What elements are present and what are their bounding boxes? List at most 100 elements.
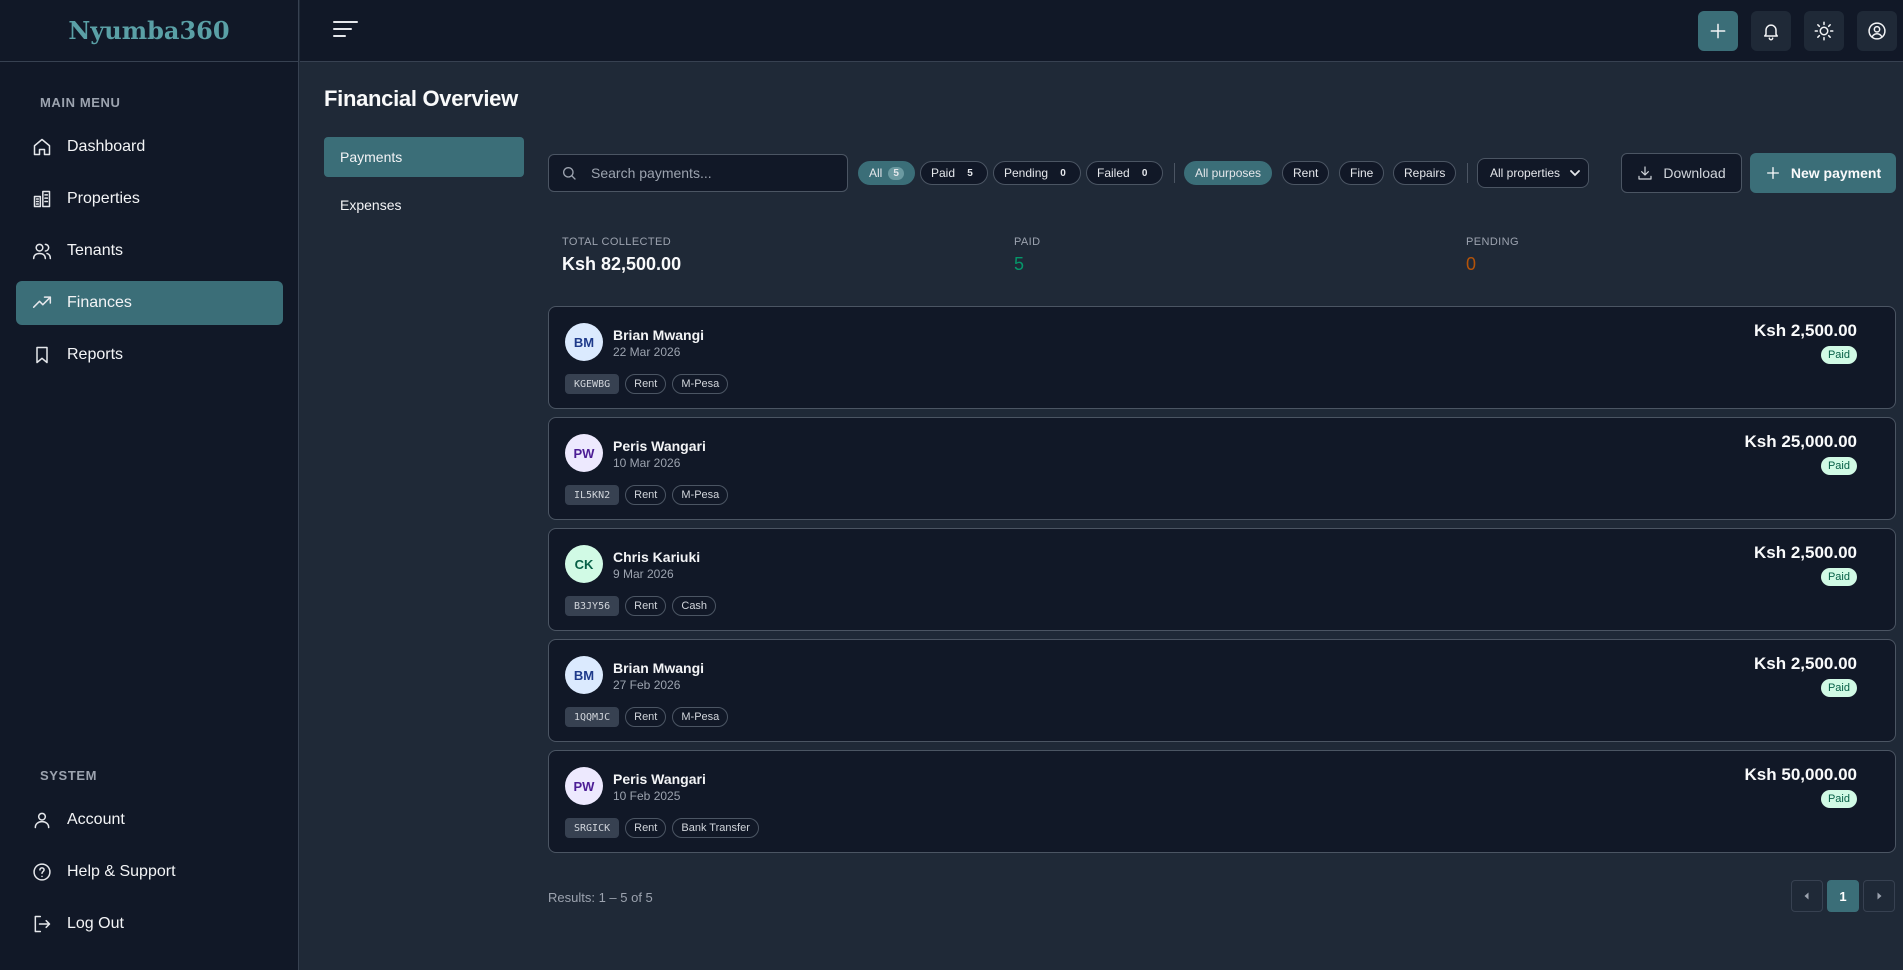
sidebar-item-label: Properties: [67, 190, 140, 207]
avatar: PW: [565, 767, 603, 805]
sidebar-item-finances[interactable]: Finances: [16, 281, 283, 325]
avatar: CK: [565, 545, 603, 583]
user-icon: [32, 810, 52, 830]
payer-name: Chris Kariuki: [613, 549, 701, 565]
bookmark-icon: [32, 345, 52, 365]
download-button[interactable]: Download: [1621, 153, 1742, 193]
sidebar-item-properties[interactable]: Properties: [16, 177, 283, 221]
status-badge: Paid: [1820, 346, 1857, 364]
reference-code: IL5KN2: [565, 485, 620, 505]
plus-icon: [1710, 23, 1726, 39]
payment-date: 9 Mar 2026: [613, 567, 674, 581]
filter-count: 0: [1060, 167, 1066, 179]
chevron-down-icon: [1570, 170, 1580, 177]
sidebar-item-logout[interactable]: Log Out: [16, 902, 283, 946]
plus-icon: [1766, 167, 1779, 179]
chevron-left-icon: [1804, 892, 1809, 900]
sun-icon: [1814, 21, 1834, 41]
filter-label: All: [869, 166, 883, 180]
payment-amount: Ksh 2,500.00: [1753, 321, 1857, 340]
notifications-button[interactable]: [1751, 11, 1791, 51]
theme-toggle-button[interactable]: [1804, 11, 1844, 51]
filter-purpose-all[interactable]: All purposes: [1184, 161, 1273, 185]
filter-status-paid[interactable]: Paid 5: [920, 161, 989, 185]
property-select-value: All properties: [1490, 166, 1561, 180]
filter-status-pending[interactable]: Pending 0: [993, 161, 1082, 185]
payment-card[interactable]: CK Chris Kariuki 9 Mar 2026 B3JY56 Rent …: [548, 528, 1896, 631]
payment-date: 10 Feb 2025: [613, 789, 681, 803]
filter-count: 5: [967, 167, 973, 179]
payment-amount: Ksh 2,500.00: [1753, 543, 1857, 562]
filter-purpose-rent[interactable]: Rent: [1282, 161, 1330, 185]
stat-total-collected: TOTAL COLLECTED Ksh 82,500.00: [562, 236, 681, 275]
search-box: [548, 154, 848, 192]
property-select[interactable]: All properties: [1477, 158, 1589, 188]
purpose-tag: Rent: [625, 818, 667, 838]
stat-label: PENDING: [1466, 236, 1519, 248]
next-page-button[interactable]: [1863, 880, 1895, 912]
sidebar-item-tenants[interactable]: Tenants: [16, 229, 283, 273]
avatar: BM: [565, 323, 603, 361]
tab-payments[interactable]: Payments: [324, 137, 524, 177]
payment-card[interactable]: BM Brian Mwangi 22 Mar 2026 KGEWBG Rent …: [548, 306, 1896, 409]
system-label: SYSTEM: [40, 768, 98, 783]
stat-paid: PAID 5: [1014, 236, 1040, 275]
trending-up-icon: [32, 293, 52, 313]
new-payment-button[interactable]: New payment: [1750, 153, 1896, 193]
purpose-tag: Rent: [625, 374, 667, 394]
main-menu-label: MAIN MENU: [40, 95, 121, 110]
stat-value: Ksh 82,500.00: [562, 254, 682, 274]
tab-expenses[interactable]: Expenses: [324, 185, 524, 225]
status-badge: Paid: [1820, 568, 1857, 586]
search-icon: [563, 167, 576, 180]
status-badge: Paid: [1820, 790, 1857, 808]
download-icon: [1638, 166, 1652, 180]
payment-card[interactable]: PW Peris Wangari 10 Feb 2025 SRGICK Rent…: [548, 750, 1896, 853]
menu-icon[interactable]: [333, 19, 359, 39]
sidebar: Nyumba360 MAIN MENU Dashboard Properties…: [0, 0, 299, 970]
payer-name: Brian Mwangi: [613, 660, 705, 676]
payment-date: 27 Feb 2026: [613, 678, 681, 692]
reference-code: B3JY56: [565, 596, 620, 616]
purpose-tag: Rent: [625, 707, 667, 727]
status-badge: Paid: [1820, 457, 1857, 475]
topbar: [300, 0, 1903, 62]
filter-purpose-repairs[interactable]: Repairs: [1393, 161, 1457, 185]
filter-label: Pending: [1004, 166, 1049, 180]
app-logo[interactable]: Nyumba360: [68, 16, 229, 45]
filter-status-all[interactable]: All 5: [858, 161, 915, 185]
sidebar-item-label: Log Out: [67, 915, 124, 932]
payment-tags: SRGICK Rent Bank Transfer: [565, 818, 759, 838]
filter-purpose-fine[interactable]: Fine: [1339, 161, 1385, 185]
chevron-right-icon: [1877, 892, 1882, 900]
reference-code: 1QQMJC: [565, 707, 620, 727]
filter-status-failed[interactable]: Failed 0: [1086, 161, 1163, 185]
page-button-1[interactable]: 1: [1827, 880, 1859, 912]
quick-add-button[interactable]: [1698, 11, 1738, 51]
payment-amount: Ksh 2,500.00: [1753, 654, 1857, 673]
user-menu-button[interactable]: [1857, 11, 1897, 51]
new-payment-label: New payment: [1790, 165, 1882, 181]
sidebar-item-reports[interactable]: Reports: [16, 333, 283, 377]
sidebar-item-label: Help & Support: [67, 863, 176, 880]
results-summary: Results: 1 – 5 of 5: [548, 890, 653, 905]
payment-tags: KGEWBG Rent M-Pesa: [565, 374, 729, 394]
sidebar-item-label: Reports: [67, 346, 124, 363]
payment-date: 22 Mar 2026: [613, 345, 681, 359]
page-title: Financial Overview: [324, 86, 518, 111]
payment-card[interactable]: BM Brian Mwangi 27 Feb 2026 1QQMJC Rent …: [548, 639, 1896, 742]
payment-card[interactable]: PW Peris Wangari 10 Mar 2026 IL5KN2 Rent…: [548, 417, 1896, 520]
users-icon: [32, 241, 52, 261]
payment-tags: B3JY56 Rent Cash: [565, 596, 717, 616]
payer-name: Peris Wangari: [613, 438, 706, 454]
payment-tags: 1QQMJC Rent M-Pesa: [565, 707, 729, 727]
method-tag: Cash: [672, 596, 717, 616]
avatar: BM: [565, 656, 603, 694]
method-tag: Bank Transfer: [672, 818, 759, 838]
sidebar-item-help-support[interactable]: Help & Support: [16, 850, 283, 894]
search-input[interactable]: [591, 165, 831, 181]
sidebar-item-account[interactable]: Account: [16, 798, 283, 842]
sidebar-item-dashboard[interactable]: Dashboard: [16, 125, 283, 169]
filter-divider: [1467, 163, 1468, 183]
prev-page-button[interactable]: [1791, 880, 1823, 912]
